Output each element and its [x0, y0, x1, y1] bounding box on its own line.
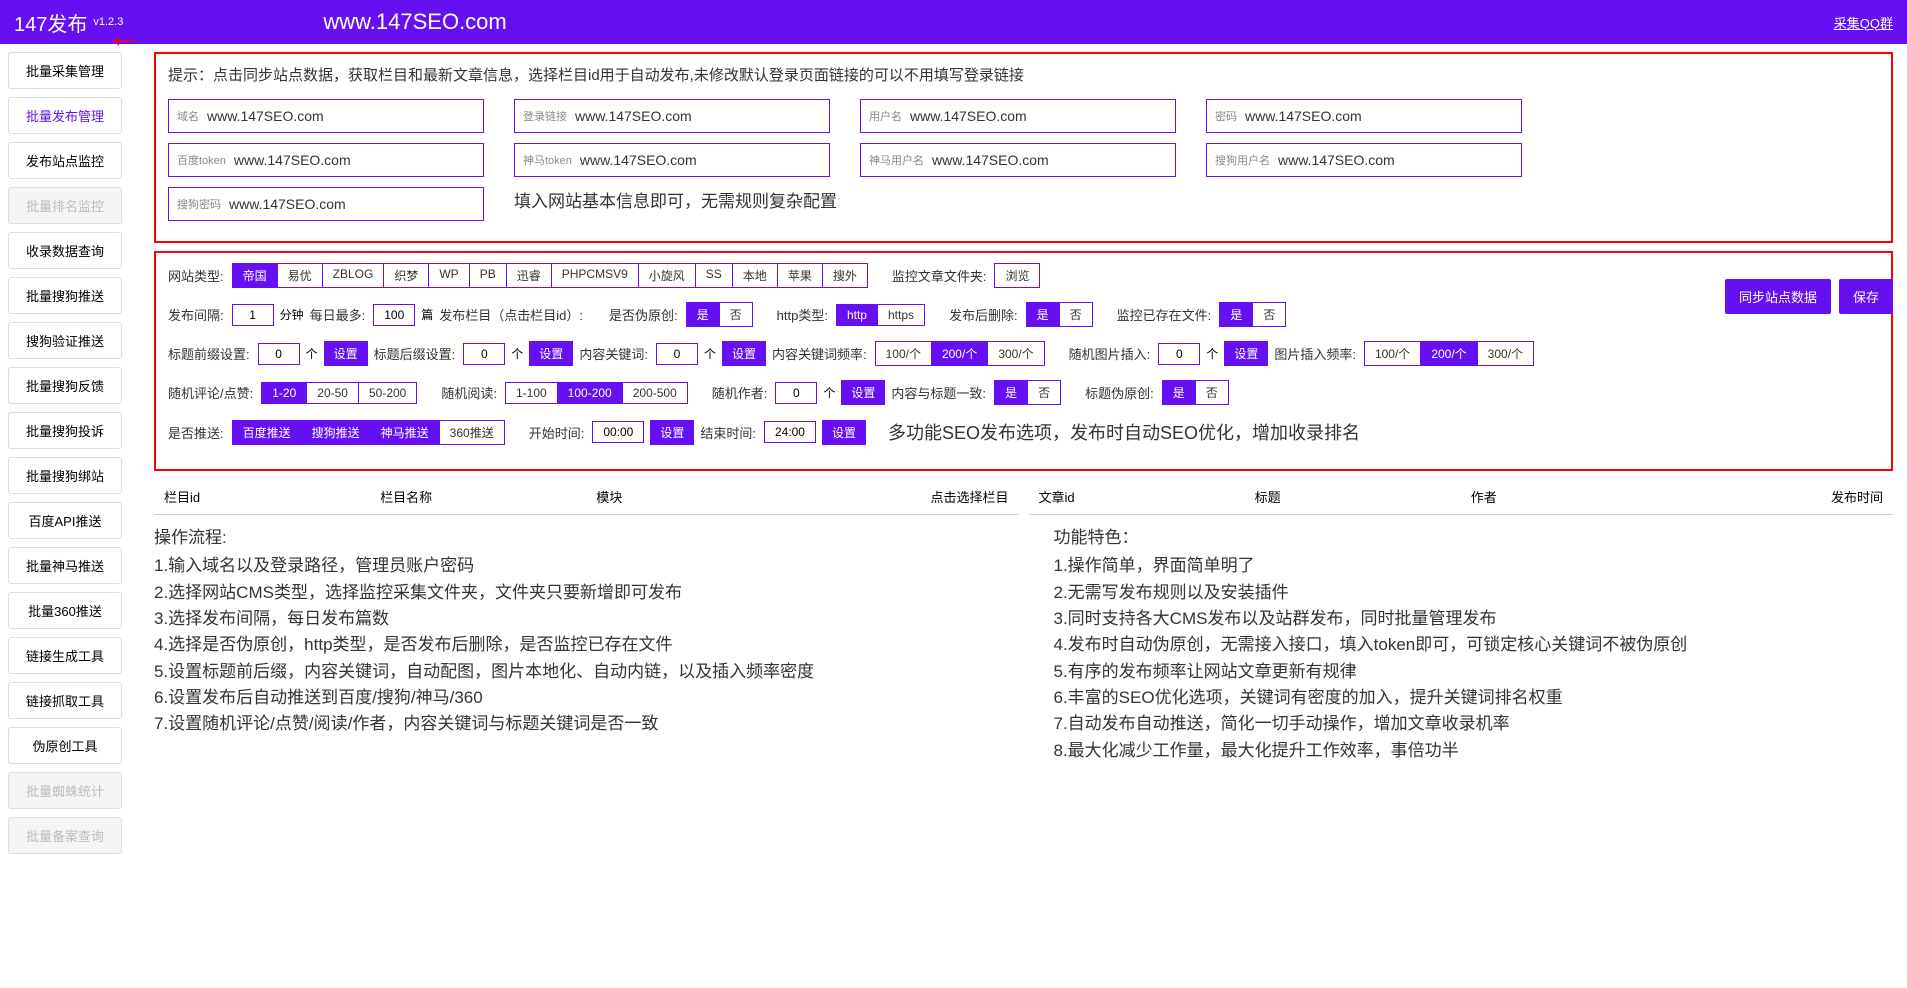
column-table-head: 栏目id栏目名称模块点击选择栏目	[154, 479, 1019, 515]
sidebar-item-14[interactable]: 链接抓取工具	[8, 682, 122, 719]
kw-freq[interactable]: 100/个200/个300/个	[875, 341, 1045, 366]
sync-button[interactable]: 同步站点数据	[1725, 279, 1831, 314]
suffix-input[interactable]	[463, 343, 505, 365]
sidebar-item-17: 批量备案查询	[8, 817, 122, 854]
sidebar-item-0[interactable]: 批量采集管理	[8, 52, 122, 89]
feature-note: 多功能SEO发布选项，发布时自动SEO优化，增加收录排名	[888, 419, 1360, 445]
sidebar-item-2[interactable]: 发布站点监控	[8, 142, 122, 179]
img-input[interactable]	[1158, 343, 1200, 365]
field-1-3[interactable]: 搜狗用户名www.147SEO.com	[1206, 143, 1522, 177]
match-toggle[interactable]: 是否	[994, 380, 1061, 405]
push-selector[interactable]: 百度推送搜狗推送神马推送360推送	[232, 420, 505, 445]
workflow-desc: 操作流程: 1.输入域名以及登录路径，管理员账户密码2.选择网站CMS类型，选择…	[154, 525, 994, 764]
suffix-set[interactable]: 设置	[529, 341, 573, 366]
field-0-0[interactable]: 域名www.147SEO.com	[168, 99, 484, 133]
exist-toggle[interactable]: 是否	[1219, 302, 1286, 327]
sidebar-item-11[interactable]: 批量神马推送	[8, 547, 122, 584]
kw-set[interactable]: 设置	[722, 341, 766, 366]
action-buttons: 同步站点数据 保存	[1725, 279, 1893, 314]
sidebar-item-10[interactable]: 百度API推送	[8, 502, 122, 539]
app-title: 147发布	[14, 8, 87, 37]
basic-info-box: 提示：点击同步站点数据，获取栏目和最新文章信息，选择栏目id用于自动发布,未修改…	[154, 52, 1893, 243]
sidebar-item-7[interactable]: 批量搜狗反馈	[8, 367, 122, 404]
main-content: ← 提示：点击同步站点数据，获取栏目和最新文章信息，选择栏目id用于自动发布,未…	[130, 44, 1907, 870]
basic-note: 填入网站基本信息即可，无需规则复杂配置	[514, 187, 837, 221]
sidebar-item-12[interactable]: 批量360推送	[8, 592, 122, 629]
monitor-folder-label: 监控文章文件夹:	[892, 266, 987, 285]
sidebar: 批量采集管理批量发布管理发布站点监控批量排名监控收录数据查询批量搜狗推送搜狗验证…	[0, 44, 130, 870]
sidebar-item-16: 批量蜘蛛统计	[8, 772, 122, 809]
kw-input[interactable]	[656, 343, 698, 365]
img-set[interactable]: 设置	[1224, 341, 1268, 366]
field-0-1[interactable]: 登录链接www.147SEO.com	[514, 99, 830, 133]
sidebar-item-6[interactable]: 搜狗验证推送	[8, 322, 122, 359]
site-url: www.147SEO.com	[323, 9, 1833, 35]
interval-input[interactable]	[232, 304, 274, 326]
field-0-3[interactable]: 密码www.147SEO.com	[1206, 99, 1522, 133]
title-fake-toggle[interactable]: 是否	[1162, 380, 1229, 405]
author-set[interactable]: 设置	[841, 380, 885, 405]
http-toggle[interactable]: httphttps	[836, 304, 925, 326]
fake-toggle[interactable]: 是否	[686, 302, 753, 327]
prefix-input[interactable]	[258, 343, 300, 365]
save-button[interactable]: 保存	[1839, 279, 1893, 314]
sidebar-item-13[interactable]: 链接生成工具	[8, 637, 122, 674]
img-freq[interactable]: 100/个200/个300/个	[1364, 341, 1534, 366]
daily-input[interactable]	[373, 304, 415, 326]
sidebar-item-15[interactable]: 伪原创工具	[8, 727, 122, 764]
end-time[interactable]	[764, 421, 816, 443]
field-0-2[interactable]: 用户名www.147SEO.com	[860, 99, 1176, 133]
author-input[interactable]	[775, 382, 817, 404]
qq-group-link[interactable]: 采集QQ群	[1834, 13, 1893, 32]
sidebar-item-8[interactable]: 批量搜狗投诉	[8, 412, 122, 449]
sidebar-item-1[interactable]: 批量发布管理	[8, 97, 122, 134]
app-header: 147发布 v1.2.3 www.147SEO.com 采集QQ群	[0, 0, 1907, 44]
site-type-label: 网站类型:	[168, 266, 224, 285]
tables: 栏目id栏目名称模块点击选择栏目 文章id标题作者发布时间	[154, 479, 1893, 515]
comment-range[interactable]: 1-2020-5050-200	[261, 382, 417, 404]
browse-folder[interactable]: 浏览	[994, 263, 1040, 288]
article-table-head: 文章id标题作者发布时间	[1029, 479, 1894, 515]
field-2-0[interactable]: 搜狗密码www.147SEO.com	[168, 187, 484, 221]
start-time[interactable]	[592, 421, 644, 443]
options-box: 网站类型: 帝国易优ZBLOG织梦WPPB迅睿PHPCMSV9小旋风SS本地苹果…	[154, 251, 1893, 471]
field-1-0[interactable]: 百度tokenwww.147SEO.com	[168, 143, 484, 177]
prefix-set[interactable]: 设置	[324, 341, 368, 366]
read-range[interactable]: 1-100100-200200-500	[505, 382, 688, 404]
delete-toggle[interactable]: 是否	[1026, 302, 1093, 327]
field-1-1[interactable]: 神马tokenwww.147SEO.com	[514, 143, 830, 177]
field-1-2[interactable]: 神马用户名www.147SEO.com	[860, 143, 1176, 177]
hint-text: 提示：点击同步站点数据，获取栏目和最新文章信息，选择栏目id用于自动发布,未修改…	[168, 64, 1879, 85]
sidebar-item-3: 批量排名监控	[8, 187, 122, 224]
start-set[interactable]: 设置	[650, 420, 694, 445]
arrow-annotation: ←	[106, 14, 142, 56]
sidebar-item-9[interactable]: 批量搜狗绑站	[8, 457, 122, 494]
sidebar-item-5[interactable]: 批量搜狗推送	[8, 277, 122, 314]
site-type-selector[interactable]: 帝国易优ZBLOG织梦WPPB迅睿PHPCMSV9小旋风SS本地苹果搜外	[232, 263, 868, 288]
feature-desc: 功能特色： 1.操作简单，界面简单明了2.无需写发布规则以及安装插件3.同时支持…	[1054, 525, 1894, 764]
end-set[interactable]: 设置	[822, 420, 866, 445]
sidebar-item-4[interactable]: 收录数据查询	[8, 232, 122, 269]
